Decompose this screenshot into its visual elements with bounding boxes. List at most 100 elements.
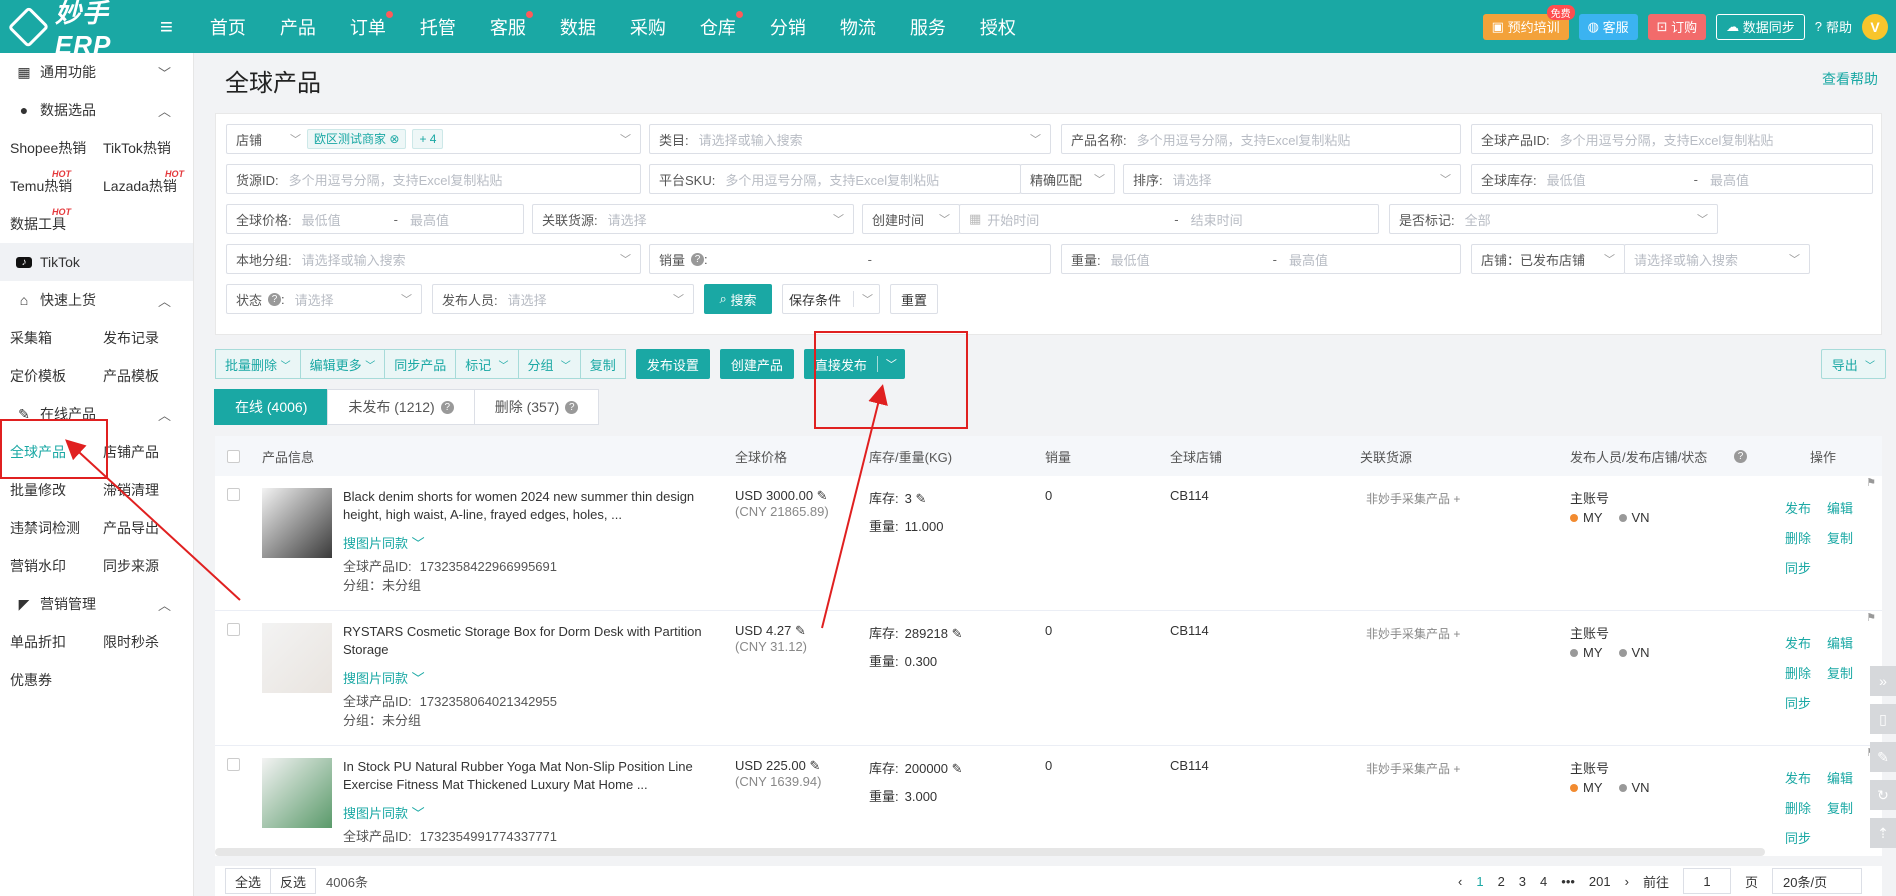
sidebar-item[interactable]: TikTok热销 <box>103 129 196 167</box>
date-range[interactable]: ▦ 开始时间 - 结束时间 <box>959 204 1379 234</box>
tab-2[interactable]: 删除 (357)? <box>473 389 600 425</box>
product-title[interactable]: RYSTARS Cosmetic Storage Box for Dorm De… <box>343 623 703 659</box>
shop-more-tag[interactable]: + 4 <box>412 129 444 149</box>
batch-delete-button[interactable]: 批量删除 ﹀ <box>216 350 301 378</box>
mobile-icon[interactable]: ▯ <box>1870 704 1896 734</box>
select-all-checkbox[interactable] <box>227 449 240 463</box>
created-time-select[interactable]: 创建时间 ﹀ <box>862 204 960 234</box>
plus-icon[interactable]: + <box>1450 492 1460 506</box>
note-icon[interactable]: ✎ <box>1870 742 1896 772</box>
sidebar-item[interactable]: 发布记录 <box>103 319 196 357</box>
order-button[interactable]: ⊡ 订购 <box>1647 13 1707 40</box>
sidebar-item[interactable]: 同步来源 <box>103 547 196 585</box>
match-select[interactable]: 精确匹配 ﹀ <box>1020 164 1115 194</box>
end-time-placeholder[interactable]: 结束时间 <box>1191 210 1243 229</box>
weight-max-placeholder[interactable]: 最高值 <box>1289 250 1328 269</box>
row-checkbox[interactable] <box>227 488 240 501</box>
next-page-icon[interactable]: › <box>1625 874 1629 889</box>
start-time-placeholder[interactable]: 开始时间 <box>987 210 1162 229</box>
product-thumbnail[interactable] <box>262 623 332 693</box>
stock-range[interactable]: 全球库存: 最低值 - 最高值 <box>1471 164 1873 194</box>
sidebar-group-data-select[interactable]: ● 数据选品 ︿ <box>0 91 193 129</box>
nav-item[interactable]: 仓库 <box>700 10 743 40</box>
local-group-select[interactable]: 本地分组: 请选择或输入搜索 ﹀ <box>226 244 641 274</box>
price-min-placeholder[interactable]: 最低值 <box>302 210 382 229</box>
edit-link[interactable]: 编辑 <box>1827 501 1853 516</box>
row-checkbox[interactable] <box>227 623 240 636</box>
expand-icon[interactable]: » <box>1870 666 1896 696</box>
sidebar-group-marketing[interactable]: ◤ 营销管理 ︿ <box>0 585 193 623</box>
category-select[interactable]: 类目: 请选择或输入搜索 ﹀ <box>649 124 1051 154</box>
page-3[interactable]: 4 <box>1540 874 1547 889</box>
nav-item[interactable]: 物流 <box>840 14 876 40</box>
edit-icon[interactable]: ✎ <box>791 623 806 638</box>
close-icon[interactable]: ⊗ <box>389 132 399 146</box>
train-button[interactable]: ▣ 预约培训 免费 <box>1482 4 1575 40</box>
flag-icon[interactable]: ⚑ <box>1866 611 1876 624</box>
data-sync-button[interactable]: ☁ 数据同步 <box>1716 13 1805 40</box>
reset-button[interactable]: 重置 <box>890 284 938 314</box>
sales-range[interactable]: 销量 ? : - <box>649 244 1051 274</box>
sidebar-item[interactable]: 限时秒杀 <box>103 623 196 661</box>
edit-more-button[interactable]: 编辑更多 ﹀ <box>301 350 386 378</box>
sidebar-item[interactable]: 产品导出 <box>103 509 196 547</box>
page-size-select[interactable]: 20条/页 <box>1772 868 1862 894</box>
sidebar-item[interactable]: 违禁词检测 <box>10 509 103 547</box>
save-conditions-button[interactable]: 保存条件 ﹀ <box>782 284 880 314</box>
similar-image-search[interactable]: 搜图片同款 ﹀ <box>343 533 425 552</box>
price-range[interactable]: 全球价格: 最低值 - 最高值 <box>226 204 524 234</box>
delete-link[interactable]: 删除 <box>1785 531 1811 546</box>
row-checkbox[interactable] <box>227 758 240 771</box>
stock-min-placeholder[interactable]: 最低值 <box>1547 170 1682 189</box>
plus-icon[interactable]: + <box>1450 627 1460 641</box>
sidebar-item[interactable]: 优惠券 <box>10 661 103 699</box>
sidebar-item-tiktok[interactable]: ♪ TikTok <box>0 243 193 281</box>
sync-link[interactable]: 同步 <box>1785 561 1811 576</box>
shop-tag[interactable]: 欧区测试商家 ⊗ <box>307 129 407 149</box>
page-2[interactable]: 3 <box>1519 874 1526 889</box>
edit-icon[interactable]: ✎ <box>948 626 963 641</box>
edit-icon[interactable]: ✎ <box>912 491 926 506</box>
logo[interactable]: 妙手ERP <box>0 0 160 61</box>
publish-settings-button[interactable]: 发布设置 <box>635 349 710 379</box>
shop-select[interactable]: 店铺 ﹀ 欧区测试商家 ⊗ + 4 ﹀ <box>226 124 641 154</box>
sidebar-item[interactable]: 采集箱 <box>10 319 103 357</box>
marked-select[interactable]: 是否标记: 全部 ﹀ <box>1389 204 1718 234</box>
menu-toggle-icon[interactable]: ≡ <box>160 14 173 40</box>
sidebar-item[interactable]: Shopee热销 <box>10 129 103 167</box>
view-help-link[interactable]: 查看帮助 <box>1822 69 1878 89</box>
copy-link[interactable]: 复制 <box>1827 531 1853 546</box>
flag-icon[interactable]: ⚑ <box>1866 476 1876 489</box>
nav-item[interactable]: 授权 <box>980 14 1016 40</box>
edit-icon[interactable]: ✎ <box>806 758 820 773</box>
product-title[interactable]: Black denim shorts for women 2024 new su… <box>343 488 703 524</box>
product-name-input[interactable]: 产品名称: 多个用逗号分隔，支持Excel复制粘贴 <box>1061 124 1461 154</box>
related-source-select[interactable]: 关联货源: 请选择 ﹀ <box>532 204 854 234</box>
stock-max-placeholder[interactable]: 最高值 <box>1710 170 1749 189</box>
sidebar-item[interactable]: 滞销清理 <box>103 471 196 509</box>
chevron-down-icon[interactable]: ﹀ <box>853 291 873 307</box>
sync-products-button[interactable]: 同步产品 <box>385 350 457 378</box>
sidebar-item[interactable]: 定价模板 <box>10 357 103 395</box>
similar-image-search[interactable]: 搜图片同款 ﹀ <box>343 668 425 687</box>
copy-link[interactable]: 复制 <box>1827 801 1853 816</box>
published-shop-select[interactable]: 店铺：已发布店铺 ﹀ <box>1471 244 1625 274</box>
group-button[interactable]: 分组 ﹀ <box>519 350 581 378</box>
source-id-input[interactable]: 货源ID: 多个用逗号分隔，支持Excel复制粘贴 <box>226 164 641 194</box>
publish-link[interactable]: 发布 <box>1785 501 1811 516</box>
product-thumbnail[interactable] <box>262 758 332 828</box>
search-button[interactable]: ⌕ 搜索 <box>704 284 772 314</box>
help-link[interactable]: ? 帮助 <box>1815 17 1852 36</box>
nav-item[interactable]: 托管 <box>420 14 456 40</box>
avatar[interactable]: V <box>1862 13 1888 40</box>
publish-link[interactable]: 发布 <box>1785 771 1811 786</box>
sidebar-item[interactable]: 数据工具 HOT <box>10 205 103 243</box>
export-button[interactable]: 导出 ﹀ <box>1820 349 1886 379</box>
status-select[interactable]: 状态 ? : 请选择 ﹀ <box>226 284 422 314</box>
nav-item[interactable]: 订单 <box>350 10 393 40</box>
price-max-placeholder[interactable]: 最高值 <box>410 210 449 229</box>
tab-0[interactable]: 在线 (4006) <box>214 389 329 425</box>
create-product-button[interactable]: 创建产品 <box>719 349 794 379</box>
nav-item[interactable]: 客服 <box>490 10 533 40</box>
refresh-icon[interactable]: ↻ <box>1870 780 1896 810</box>
